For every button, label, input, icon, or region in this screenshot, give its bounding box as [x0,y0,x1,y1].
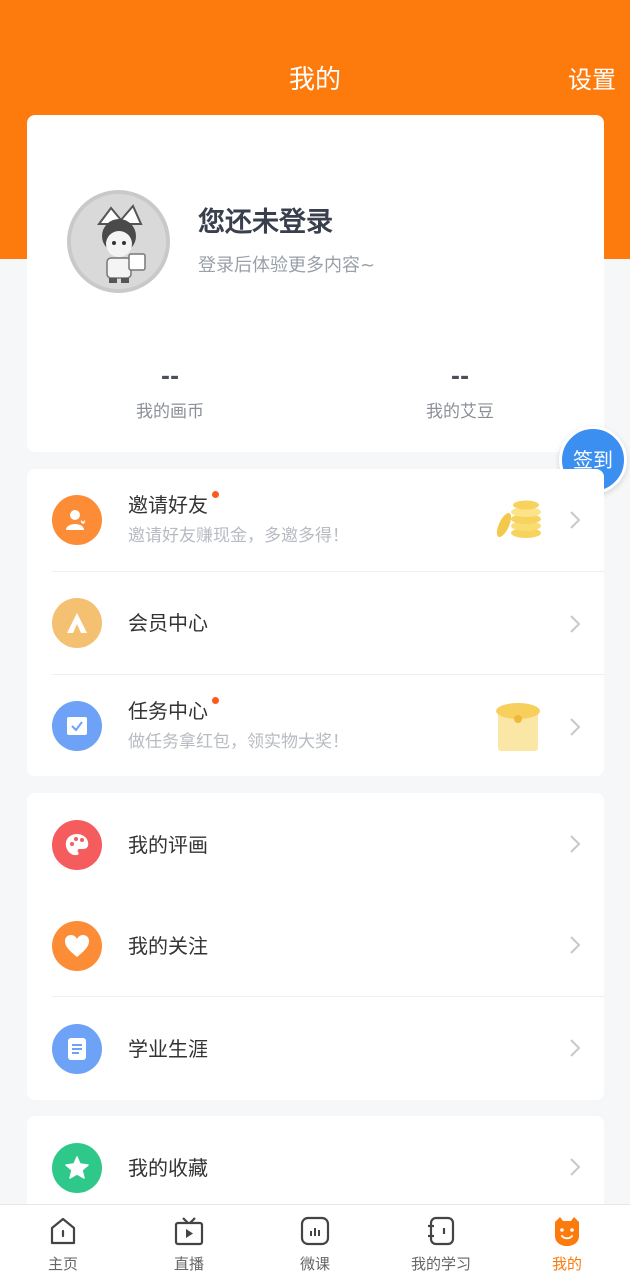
avatar[interactable] [67,190,170,293]
notification-dot [212,491,219,498]
avatar-illustration-icon [71,194,166,289]
user-heart-icon [52,495,102,545]
profile-card[interactable]: 您还未登录 登录后体验更多内容~ -- 我的画币 -- 我的艾豆 [27,115,604,452]
stat-beans[interactable]: -- 我的艾豆 [360,363,560,427]
tab-label: 直播 [173,1255,204,1273]
tab-home[interactable]: 主页 [0,1205,126,1280]
login-subtitle: 登录后体验更多内容~ [198,255,376,276]
gift-box-icon [496,703,540,751]
profile-face-icon [555,1217,579,1246]
chevron-right-icon [570,835,581,853]
heart-icon [52,921,102,971]
stat-beans-value: -- [450,365,470,390]
stat-coins-value: -- [160,365,180,390]
menu-title: 任务中心 [128,696,219,726]
notification-dot [212,697,219,704]
tab-label: 我的学习 [410,1255,471,1273]
chevron-right-icon [570,718,581,736]
stat-beans-label: 我的艾豆 [426,402,494,422]
menu-title: 我的收藏 [128,1156,208,1180]
menu-item-my-follows[interactable]: 我的关注 [27,894,604,997]
gold-coins-icon [496,500,541,538]
menu-item-member-center[interactable]: 会员中心 [27,572,604,675]
login-title[interactable]: 您还未登录 [198,203,333,243]
menu-subtitle: 做任务拿红包，领实物大奖！ [128,732,349,752]
settings-button[interactable]: 设置 [568,60,616,100]
menu-item-task-center[interactable]: 任务中心 做任务拿红包，领实物大奖！ [27,675,604,778]
tab-my-learning[interactable]: 我的学习 [378,1205,504,1280]
stat-coins[interactable]: -- 我的画币 [70,363,270,427]
chevron-right-icon [570,615,581,633]
bottom-tab-bar: 主页 直播 微课 我的学习 我的 [0,1204,630,1280]
task-check-icon [52,701,102,751]
vip-a-icon [52,598,102,648]
menu-title: 我的关注 [128,934,208,958]
palette-icon [52,820,102,870]
tab-mine[interactable]: 我的 [504,1205,630,1280]
home-icon [50,1217,76,1245]
chevron-right-icon [570,511,581,529]
menu-subtitle: 邀请好友赚现金，多邀多得！ [128,526,349,546]
menu-item-invite-friends[interactable]: 邀请好友 邀请好友赚现金，多邀多得！ [27,469,604,572]
tab-live[interactable]: 直播 [126,1205,252,1280]
tab-label: 主页 [47,1255,78,1273]
menu-title: 会员中心 [128,611,208,635]
document-icon [52,1024,102,1074]
tab-micro-course[interactable]: 微课 [252,1205,378,1280]
menu-group-personal: 我的评画 我的关注 学业生涯 [27,793,604,1100]
star-icon [52,1143,102,1193]
menu-group-rewards: 邀请好友 邀请好友赚现金，多邀多得！ 会员中心 任务中心 做任务拿红包，领实物大… [27,469,604,776]
notebook-icon [428,1216,455,1246]
page-title: 我的 [288,65,341,95]
tv-icon [174,1217,204,1246]
microcourse-icon [300,1216,330,1246]
tab-label: 微课 [299,1255,330,1273]
menu-title: 学业生涯 [128,1037,208,1061]
chevron-right-icon [570,1158,581,1176]
menu-title: 我的评画 [128,833,208,857]
stat-coins-label: 我的画币 [136,402,204,422]
menu-item-academic-career[interactable]: 学业生涯 [27,997,604,1100]
tab-label: 我的 [551,1255,582,1273]
menu-item-my-reviews[interactable]: 我的评画 [27,793,604,896]
menu-group-collections: 我的收藏 [27,1116,604,1216]
menu-title: 邀请好友 [128,490,219,520]
chevron-right-icon [570,1039,581,1057]
chevron-right-icon [570,936,581,954]
